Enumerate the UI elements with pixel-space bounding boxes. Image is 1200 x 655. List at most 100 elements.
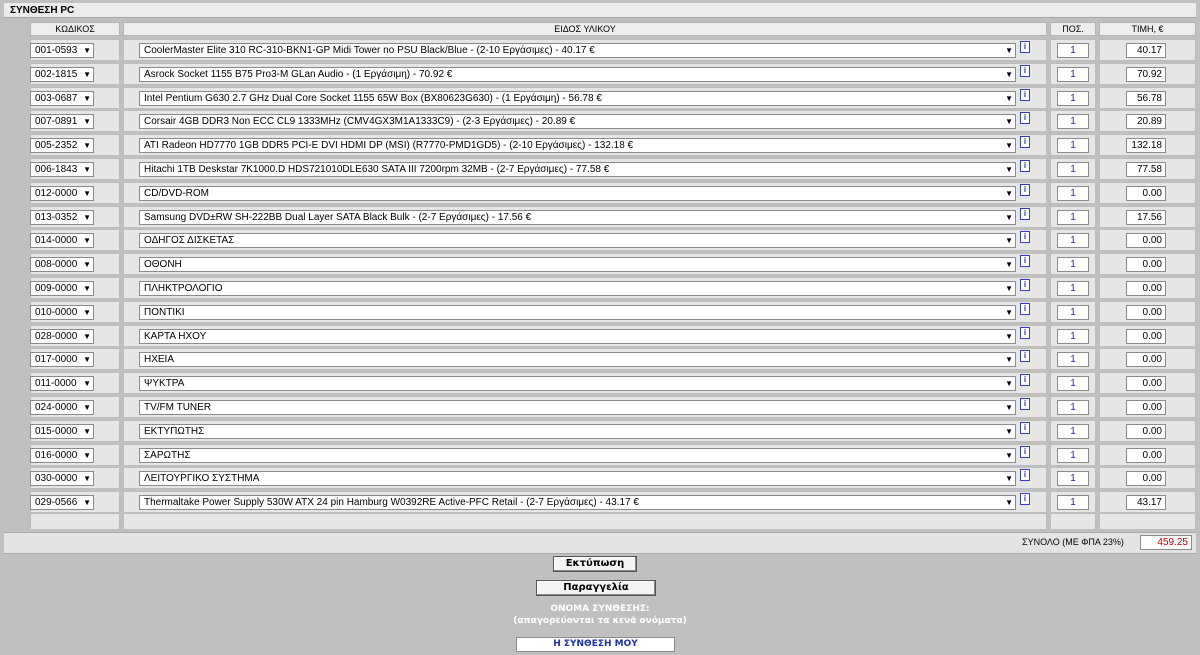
- item-select[interactable]: Samsung DVD±RW SH-222BB Dual Layer SATA …: [139, 209, 1016, 225]
- order-button[interactable]: Παραγγελία: [536, 580, 656, 596]
- quantity-input[interactable]: 1: [1057, 423, 1089, 439]
- item-select[interactable]: ΠΟΝΤΙΚΙ ▼: [139, 304, 1016, 320]
- dropdown-arrow-icon: ▼: [83, 46, 91, 55]
- item-select[interactable]: TV/FM TUNER ▼: [139, 400, 1016, 415]
- info-icon[interactable]: i: [1020, 88, 1030, 101]
- component-row: 029-0566 ▼ Thermaltake Power Supply 530W A…: [4, 491, 1196, 514]
- print-button[interactable]: Εκτύπωση: [553, 556, 637, 572]
- item-select[interactable]: ΟΔΗΓΟΣ ΔΙΣΚΕΤΑΣ ▼: [139, 233, 1016, 249]
- info-icon[interactable]: i: [1020, 493, 1030, 506]
- info-icon[interactable]: i: [1020, 112, 1030, 125]
- item-select[interactable]: Intel Pentium G630 2.7 GHz Dual Core Soc…: [139, 90, 1016, 106]
- info-icon[interactable]: i: [1020, 64, 1030, 77]
- info-icon[interactable]: i: [1020, 41, 1030, 53]
- info-icon[interactable]: i: [1020, 350, 1030, 363]
- info-icon[interactable]: i: [1020, 136, 1030, 149]
- code-value: 015-0000: [35, 425, 78, 437]
- item-select[interactable]: ΗΧΕΙΑ ▼: [139, 352, 1016, 368]
- price-value: 70.92: [1126, 66, 1166, 82]
- code-select[interactable]: 014-0000 ▼: [30, 233, 94, 249]
- item-select[interactable]: Asrock Socket 1155 B75 Pro3-M GLan Audio…: [139, 66, 1016, 82]
- component-row: 010-0000 ▼ ΠΟΝΤΙΚΙ ▼ i 1 0.00: [4, 300, 1196, 324]
- code-select[interactable]: 008-0000 ▼: [30, 257, 94, 273]
- item-select[interactable]: ΣΑΡΩΤΗΣ ▼: [139, 447, 1016, 463]
- item-select[interactable]: ΨΥΚΤΡΑ ▼: [139, 376, 1016, 392]
- dropdown-arrow-icon: ▼: [83, 236, 91, 246]
- item-select[interactable]: Thermaltake Power Supply 530W ATX 24 pin…: [139, 495, 1016, 511]
- item-select[interactable]: Hitachi 1TB Deskstar 7K1000.D HDS721010D…: [139, 162, 1016, 177]
- item-select[interactable]: ΛΕΙΤΟΥΡΓΙΚΟ ΣΥΣΤΗΜΑ ▼: [139, 471, 1016, 487]
- header-code: ΚΩΔΙΚΟΣ: [30, 22, 120, 36]
- code-select[interactable]: 005-2352 ▼: [30, 138, 94, 154]
- quantity-input[interactable]: 1: [1057, 162, 1089, 177]
- code-select[interactable]: 015-0000 ▼: [30, 423, 94, 439]
- code-select[interactable]: 016-0000 ▼: [30, 447, 94, 463]
- quantity-input[interactable]: 1: [1057, 43, 1089, 58]
- quantity-input[interactable]: 1: [1057, 281, 1089, 296]
- item-select[interactable]: ΠΛΗΚΤΡΟΛΟΓΙΟ ▼: [139, 281, 1016, 296]
- quantity-input[interactable]: 1: [1057, 90, 1089, 106]
- dropdown-arrow-icon: ▼: [83, 260, 91, 270]
- item-value: ΟΔΗΓΟΣ ΔΙΣΚΕΤΑΣ: [144, 235, 235, 247]
- quantity-input[interactable]: 1: [1057, 447, 1089, 463]
- info-icon[interactable]: i: [1020, 374, 1030, 387]
- info-icon[interactable]: i: [1020, 469, 1030, 482]
- quantity-input[interactable]: 1: [1057, 376, 1089, 392]
- code-select[interactable]: 028-0000 ▼: [30, 328, 94, 344]
- quantity-input[interactable]: 1: [1057, 209, 1089, 225]
- code-value: 008-0000: [35, 259, 78, 271]
- code-select[interactable]: 002-1815 ▼: [30, 66, 94, 82]
- quantity-input[interactable]: 1: [1057, 400, 1089, 415]
- code-select[interactable]: 030-0000 ▼: [30, 471, 94, 487]
- item-select[interactable]: ΚΑΡΤΑ ΗΧΟΥ ▼: [139, 328, 1016, 344]
- quantity-input[interactable]: 1: [1057, 304, 1089, 320]
- code-select[interactable]: 017-0000 ▼: [30, 352, 94, 368]
- code-select[interactable]: 007-0891 ▼: [30, 114, 94, 130]
- code-select[interactable]: 013-0352 ▼: [30, 209, 94, 225]
- info-icon[interactable]: i: [1020, 398, 1030, 410]
- info-icon[interactable]: i: [1020, 279, 1030, 291]
- item-select[interactable]: ΟΘΟΝΗ ▼: [139, 257, 1016, 273]
- item-select[interactable]: Corsair 4GB DDR3 Non ECC CL9 1333MHz (CM…: [139, 114, 1016, 130]
- quantity-input[interactable]: 1: [1057, 328, 1089, 344]
- quantity-input[interactable]: 1: [1057, 471, 1089, 487]
- code-select[interactable]: 012-0000 ▼: [30, 185, 94, 201]
- info-icon[interactable]: i: [1020, 445, 1030, 458]
- item-select[interactable]: ΕΚΤΥΠΩΤΗΣ ▼: [139, 423, 1016, 439]
- code-select[interactable]: 011-0000 ▼: [30, 376, 94, 392]
- component-row: 001-0593 ▼ CoolerMaster Elite 310 RC-310-B…: [4, 39, 1196, 62]
- code-select[interactable]: 001-0593 ▼: [30, 43, 94, 58]
- item-select[interactable]: CoolerMaster Elite 310 RC-310-BKN1-GP Mi…: [139, 43, 1016, 58]
- composition-name-input[interactable]: Η ΣΥΝΘΕΣΗ ΜΟΥ: [516, 637, 675, 652]
- info-icon[interactable]: i: [1020, 231, 1030, 244]
- code-select[interactable]: 003-0687 ▼: [30, 90, 94, 106]
- quantity-input[interactable]: 1: [1057, 352, 1089, 368]
- code-select[interactable]: 024-0000 ▼: [30, 400, 94, 415]
- item-value: ΠΟΝΤΙΚΙ: [144, 306, 185, 318]
- quantity-input[interactable]: 1: [1057, 185, 1089, 201]
- price-value: 132.18: [1126, 138, 1166, 154]
- quantity-input[interactable]: 1: [1057, 66, 1089, 82]
- quantity-input[interactable]: 1: [1057, 233, 1089, 249]
- info-icon[interactable]: i: [1020, 160, 1030, 172]
- code-select[interactable]: 009-0000 ▼: [30, 281, 94, 296]
- price-value: 0.00: [1126, 233, 1166, 249]
- code-select[interactable]: 010-0000 ▼: [30, 304, 94, 320]
- code-select[interactable]: 029-0566 ▼: [30, 495, 94, 511]
- item-select[interactable]: ATI Radeon HD7770 1GB DDR5 PCI-E DVI HDM…: [139, 138, 1016, 154]
- price-value: 0.00: [1126, 352, 1166, 368]
- quantity-input[interactable]: 1: [1057, 495, 1089, 511]
- code-select[interactable]: 006-1843 ▼: [30, 162, 94, 177]
- quantity-input[interactable]: 1: [1057, 138, 1089, 154]
- quantity-input[interactable]: 1: [1057, 114, 1089, 130]
- component-row: 006-1843 ▼ Hitachi 1TB Deskstar 7K1000.D H…: [4, 158, 1196, 181]
- info-icon[interactable]: i: [1020, 207, 1030, 220]
- item-value: TV/FM TUNER: [144, 402, 212, 413]
- info-icon[interactable]: i: [1020, 302, 1030, 315]
- info-icon[interactable]: i: [1020, 183, 1030, 196]
- info-icon[interactable]: i: [1020, 255, 1030, 268]
- item-select[interactable]: CD/DVD-ROM ▼: [139, 185, 1016, 201]
- info-icon[interactable]: i: [1020, 421, 1030, 434]
- quantity-input[interactable]: 1: [1057, 257, 1089, 273]
- info-icon[interactable]: i: [1020, 326, 1030, 339]
